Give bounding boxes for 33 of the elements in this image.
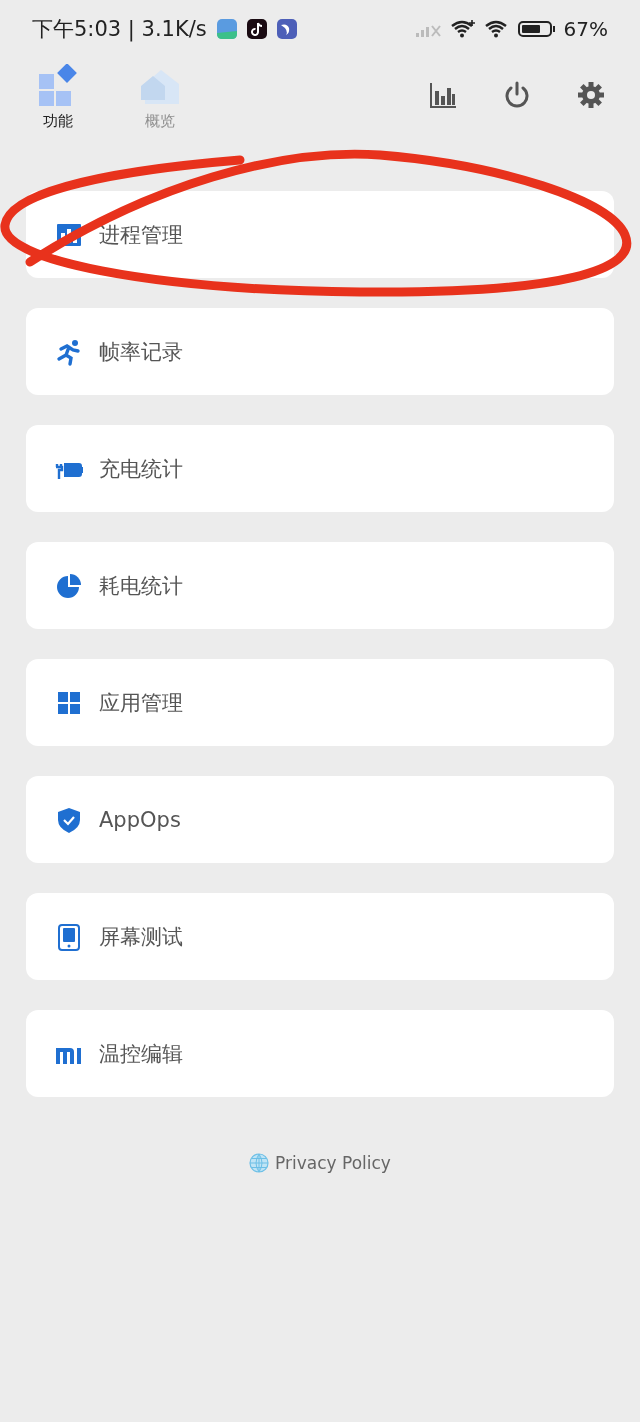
menu-item-card[interactable]: AppOps [26, 776, 614, 863]
battery-icon [517, 20, 556, 38]
menu-item-label: 耗电统计 [99, 572, 183, 600]
menu-item-label: 屏幕测试 [99, 923, 183, 951]
menu-item-label: 温控编辑 [99, 1040, 183, 1068]
menu-item-label: AppOps [99, 807, 181, 832]
globe-icon [249, 1153, 270, 1173]
gallery-app-icon [216, 19, 237, 39]
bird-app-icon [276, 19, 297, 39]
tab[interactable]: 功能 [32, 64, 84, 131]
tablet-icon [55, 922, 83, 951]
settings-icon[interactable] [576, 80, 606, 110]
wifi-icon [449, 19, 476, 39]
music-note-app-icon [246, 19, 267, 39]
menu-item-label: 帧率记录 [99, 338, 183, 366]
shield-check-icon [55, 805, 83, 834]
menu-item-card[interactable]: 进程管理 [26, 191, 614, 278]
menu-item-card[interactable]: 应用管理 [26, 659, 614, 746]
bar-chart-icon[interactable] [428, 80, 458, 110]
pie-chart-icon [55, 571, 83, 600]
menu-item-card[interactable]: 温控编辑 [26, 1010, 614, 1097]
menu-item-card[interactable]: 耗电统计 [26, 542, 614, 629]
battery-percent: 67% [563, 17, 608, 41]
status-time: 下午5:03 | 3.1K/s [32, 16, 207, 43]
menu-item-card[interactable]: 屏幕测试 [26, 893, 614, 980]
menu-item-label: 充电统计 [99, 455, 183, 483]
grid-tiles-icon [37, 64, 79, 108]
running-figure-icon [55, 337, 83, 366]
menu-item-card[interactable]: 帧率记录 [26, 308, 614, 395]
menu-item-label: 进程管理 [99, 221, 183, 249]
menu-item-card[interactable]: 充电统计 [26, 425, 614, 512]
menu-item-label: 应用管理 [99, 689, 183, 717]
privacy-policy-link[interactable]: Privacy Policy [249, 1153, 391, 1173]
